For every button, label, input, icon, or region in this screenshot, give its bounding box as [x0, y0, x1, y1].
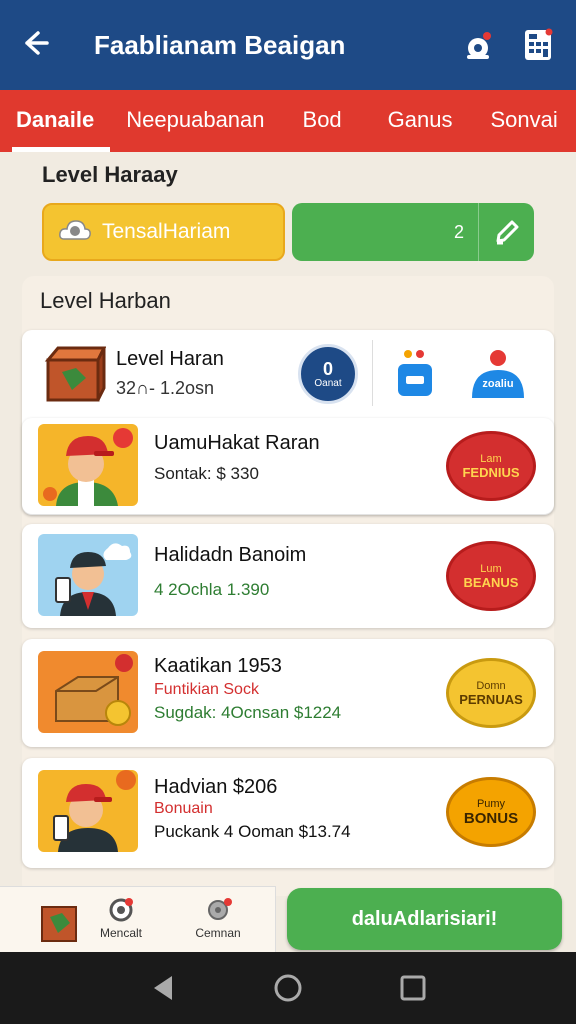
row-price: Sugdak: 4Ocnsan $1224 — [154, 703, 342, 722]
badge-top: Pumy — [476, 797, 506, 810]
nav-recents-icon[interactable] — [393, 968, 433, 1008]
primary-action-button[interactable]: daluAdlarisiari! — [287, 888, 562, 950]
circle-counter-label: Oanat — [314, 377, 342, 389]
status-badge[interactable]: Pumy BONUS — [446, 777, 536, 847]
badge-top: Lam — [480, 452, 502, 465]
row-title: Halidadn Banoim — [154, 544, 307, 566]
row-subtitle: Sontak: $ 330 — [154, 464, 259, 483]
badge-label: FEDNIUS — [462, 464, 520, 480]
wallet-icon[interactable] — [396, 348, 434, 405]
avatar — [38, 651, 138, 733]
edit-pencil-icon[interactable] — [478, 203, 534, 261]
target-icon — [109, 898, 133, 922]
tab-danaile[interactable]: Danaile — [0, 90, 111, 152]
status-badge[interactable]: Domn PERNUAS — [446, 658, 536, 728]
row-price: Puckank 4 Ooman $13.74 — [154, 822, 351, 841]
avatar — [38, 534, 138, 616]
treasure-box-icon — [42, 342, 107, 406]
bottom-nav-item-cemnan[interactable]: Cemnan — [190, 897, 246, 940]
back-arrow-icon[interactable] — [18, 28, 52, 62]
panel-title: Level Harban — [40, 288, 171, 313]
row-title: Hadvian $206 — [154, 776, 278, 798]
badge-label: PERNUAS — [459, 691, 523, 707]
level-pill-button[interactable]: TensalHariam — [42, 203, 285, 261]
row-title: Kaatikan 1953 — [154, 655, 282, 677]
bottom-bar: Mencalt Cemnan daluAdlarisiari! — [0, 886, 576, 952]
tab-sonvai[interactable]: Sonvai — [469, 90, 574, 152]
list-item[interactable]: Kaatikan 1953 Funtikian Sock Sugdak: 4Oc… — [22, 639, 554, 747]
row-subtitle: 4 2Ochla 1.390 — [154, 580, 270, 599]
summary-title: Level Haran — [116, 348, 224, 370]
treasure-box-icon[interactable] — [38, 895, 82, 950]
system-nav-bar — [0, 952, 576, 1024]
gear-icon — [208, 898, 232, 920]
list-item[interactable]: Halidadn Banoim 4 2Ochla 1.390 Lum BEANU… — [22, 524, 554, 628]
status-badge[interactable]: Lum BEANUS — [446, 541, 536, 611]
page-title: Faablianam Beaigan — [94, 29, 346, 60]
status-badge[interactable]: Lam FEDNIUS — [446, 431, 536, 501]
tab-neepuabanan[interactable]: Neepuabanan — [110, 90, 280, 152]
tab-ganus[interactable]: Ganus — [358, 90, 469, 152]
bottom-nav-label: Mencalt — [99, 926, 143, 940]
bottom-nav-item-mencalt[interactable]: Mencalt — [96, 897, 146, 940]
badge-top: Lum — [480, 562, 502, 575]
cloud-gear-icon — [58, 215, 92, 250]
badge-label: BONUS — [463, 809, 519, 827]
badge-label: BEANUS — [463, 574, 519, 590]
level-pill-label: TensalHariam — [102, 220, 231, 243]
bottom-nav-label: Cemnan — [195, 926, 241, 940]
avatar — [38, 424, 138, 506]
alarm-icon[interactable] — [458, 25, 498, 65]
zoaliu-chip[interactable]: zoaliu — [468, 348, 528, 402]
list-item[interactable]: Hadvian $206 Bonuain Puckank 4 Ooman $13… — [22, 758, 554, 868]
calculator-icon[interactable] — [518, 25, 558, 65]
avatar — [38, 770, 138, 852]
badge-top: Domn — [476, 679, 506, 692]
circle-counter-button[interactable]: 0 Oanat — [298, 344, 358, 404]
divider — [372, 340, 373, 406]
row-subtitle: Bonuain — [154, 800, 213, 817]
level-value: 2 — [453, 221, 464, 242]
level-value-field[interactable]: 2 — [292, 203, 534, 261]
nav-home-icon[interactable] — [268, 968, 308, 1008]
section-title: Level Haraay — [42, 162, 178, 187]
tab-bod[interactable]: Bod — [281, 90, 358, 152]
app-bar: Faablianam Beaigan — [0, 0, 576, 90]
bottom-nav: Mencalt Cemnan — [0, 886, 276, 952]
row-subtitle: Funtikian Sock — [154, 681, 259, 698]
nav-back-icon[interactable] — [143, 968, 183, 1008]
zoaliu-chip-label: zoaliu — [482, 378, 514, 390]
row-title: UamuHakat Raran — [154, 432, 320, 454]
list-item[interactable]: UamuHakat Raran Sontak: $ 330 Lam FEDNIU… — [22, 418, 554, 514]
summary-value: 32∩- 1.2osn — [116, 378, 214, 398]
tab-bar: Danaile Neepuabanan Bod Ganus Sonvai — [0, 90, 576, 152]
